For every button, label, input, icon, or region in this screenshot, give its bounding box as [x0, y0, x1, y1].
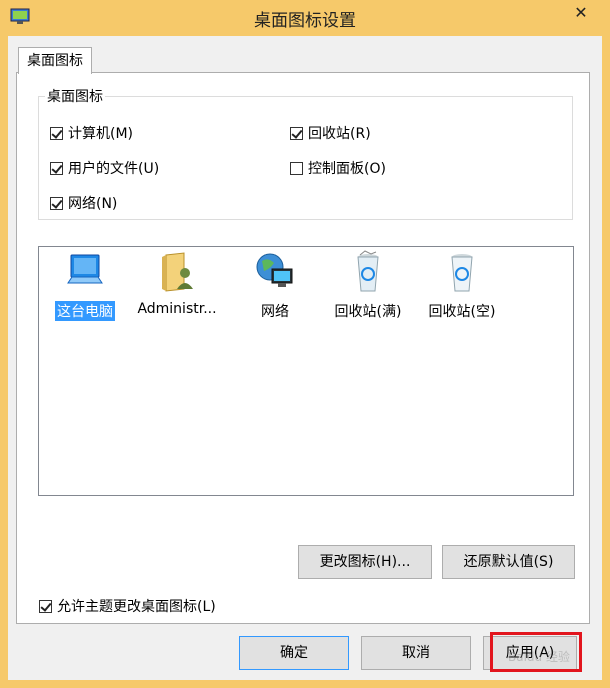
checkbox-box[interactable]: [50, 196, 63, 210]
icon-label: Administr...: [137, 301, 217, 317]
tab-page: 桌面图标 计算机(M) 回收站(R) 用户的文件(U) 控制面板(O) 网络(N…: [16, 72, 590, 624]
checkbox-label: 用户的文件(U): [68, 161, 160, 177]
tab-desktop-icons[interactable]: 桌面图标: [18, 47, 92, 74]
checkbox-control-panel[interactable]: 控制面板(O): [290, 158, 386, 178]
checkbox-label: 网络(N): [68, 196, 118, 212]
checkbox-box[interactable]: [290, 126, 303, 140]
checkbox-recycle-bin[interactable]: 回收站(R): [290, 123, 371, 143]
checkbox-computer[interactable]: 计算机(M): [50, 123, 133, 143]
icon-item-recycle-bin-full[interactable]: 回收站(满): [328, 249, 408, 321]
checkbox-box[interactable]: [39, 599, 52, 613]
icon-label: 回收站(满): [334, 304, 402, 320]
window-title: 桌面图标设置: [254, 11, 356, 31]
close-button[interactable]: ✕: [558, 0, 604, 26]
checkbox-allow-themes[interactable]: 允许主题更改桌面图标(L): [39, 596, 216, 616]
checkbox-box[interactable]: [290, 161, 303, 175]
cancel-button[interactable]: 取消: [361, 636, 471, 670]
change-icon-button[interactable]: 更改图标(H)...: [298, 545, 432, 579]
network-globe-icon: [256, 253, 293, 287]
restore-default-button[interactable]: 还原默认值(S): [442, 545, 575, 579]
icon-label: 这台电脑: [55, 301, 115, 321]
dialog-window: 桌面图标设置 ✕ 桌面图标 桌面图标 计算机(M) 回收站(R) 用户的文件(U…: [0, 0, 610, 688]
icon-item-this-pc[interactable]: 这台电脑: [45, 249, 125, 321]
icon-list[interactable]: 这台电脑 Administr... 网络 回收站(满) 回收站(空): [38, 246, 574, 496]
icon-item-network[interactable]: 网络: [235, 249, 315, 321]
checkbox-label: 计算机(M): [68, 126, 134, 142]
checkbox-label: 允许主题更改桌面图标(L): [57, 599, 216, 615]
checkbox-label: 控制面板(O): [308, 161, 386, 177]
close-icon: ✕: [574, 3, 588, 22]
icon-label: 回收站(空): [428, 304, 496, 320]
recycle-bin-full-icon: [357, 250, 379, 292]
ok-button[interactable]: 确定: [239, 636, 349, 670]
group-legend: 桌面图标: [45, 86, 105, 106]
icon-item-user-folder[interactable]: Administr...: [137, 249, 217, 317]
checkbox-box[interactable]: [50, 161, 63, 175]
checkbox-label: 回收站(R): [308, 126, 371, 142]
title-bar[interactable]: 桌面图标设置 ✕: [0, 0, 610, 36]
recycle-bin-empty-icon: [451, 254, 473, 292]
watermark-text: Baidu 经验: [508, 650, 570, 664]
checkbox-box[interactable]: [50, 126, 63, 140]
dialog-client-area: 桌面图标 桌面图标 计算机(M) 回收站(R) 用户的文件(U) 控制面板(O)…: [8, 36, 602, 680]
user-folder-icon: [162, 252, 193, 292]
computer-icon: [67, 254, 103, 284]
icon-item-recycle-bin-empty[interactable]: 回收站(空): [422, 249, 502, 321]
checkbox-network[interactable]: 网络(N): [50, 193, 117, 213]
icon-label: 网络: [261, 304, 289, 320]
checkbox-user-files[interactable]: 用户的文件(U): [50, 158, 159, 178]
desktop-icons-group: 桌面图标 计算机(M) 回收站(R) 用户的文件(U) 控制面板(O) 网络(N…: [38, 86, 573, 220]
